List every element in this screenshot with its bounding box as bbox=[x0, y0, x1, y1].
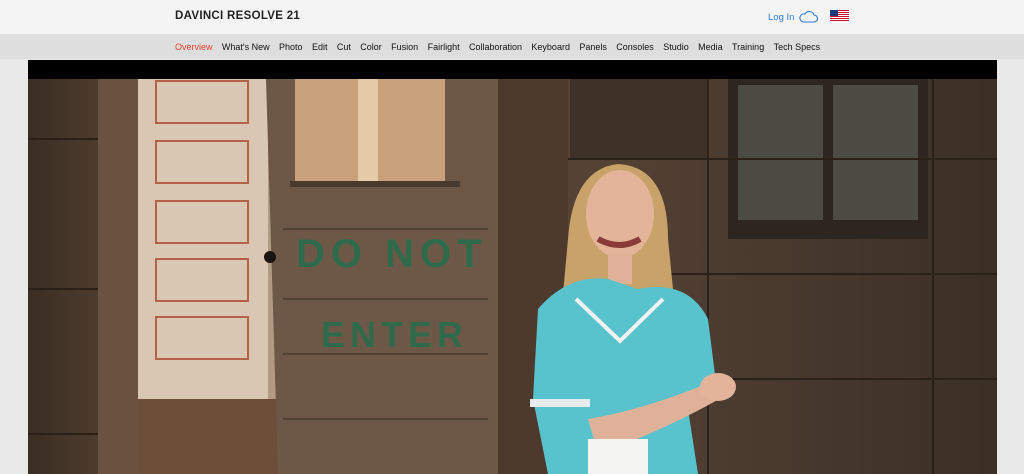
nav-item-cut[interactable]: Cut bbox=[337, 42, 351, 52]
video-letterbox-top bbox=[28, 60, 997, 79]
nav-item-edit[interactable]: Edit bbox=[312, 42, 328, 52]
nav-item-media[interactable]: Media bbox=[698, 42, 723, 52]
product-nav-bar: Overview What's New Photo Edit Cut Color Fusio… bbox=[0, 34, 1024, 59]
nav-item-color[interactable]: Color bbox=[360, 42, 382, 52]
login-label: Log In bbox=[768, 11, 795, 23]
nav-item-overview[interactable]: Overview bbox=[175, 42, 213, 52]
product-nav: Overview What's New Photo Edit Cut Color Fusio… bbox=[175, 42, 830, 52]
nav-item-studio[interactable]: Studio bbox=[663, 42, 689, 52]
top-header: DAVINCI RESOLVE 21 Log In bbox=[0, 0, 1024, 34]
nav-item-fusion[interactable]: Fusion bbox=[391, 42, 418, 52]
door-sign-line1: DO NOT bbox=[296, 232, 488, 276]
nav-item-keyboard[interactable]: Keyboard bbox=[531, 42, 570, 52]
nav-item-consoles[interactable]: Consoles bbox=[616, 42, 654, 52]
nav-item-collaboration[interactable]: Collaboration bbox=[469, 42, 522, 52]
nav-item-what-s-new[interactable]: What's New bbox=[222, 42, 270, 52]
nav-item-photo[interactable]: Photo bbox=[279, 42, 303, 52]
nav-item-training[interactable]: Training bbox=[732, 42, 764, 52]
nav-item-tech-specs[interactable]: Tech Specs bbox=[774, 42, 821, 52]
brand-logo[interactable]: DAVINCI RESOLVE 21 bbox=[175, 10, 300, 22]
cloud-icon bbox=[799, 11, 819, 23]
nav-item-fairlight[interactable]: Fairlight bbox=[428, 42, 460, 52]
door-sign-line2: ENTER bbox=[321, 314, 468, 355]
us-flag-icon[interactable] bbox=[830, 10, 849, 22]
hero-image: DO NOT ENTER bbox=[28, 79, 997, 474]
nav-item-panels[interactable]: Panels bbox=[579, 42, 607, 52]
login-link[interactable]: Log In bbox=[768, 11, 819, 23]
hero-scene: DO NOT ENTER bbox=[28, 79, 997, 474]
